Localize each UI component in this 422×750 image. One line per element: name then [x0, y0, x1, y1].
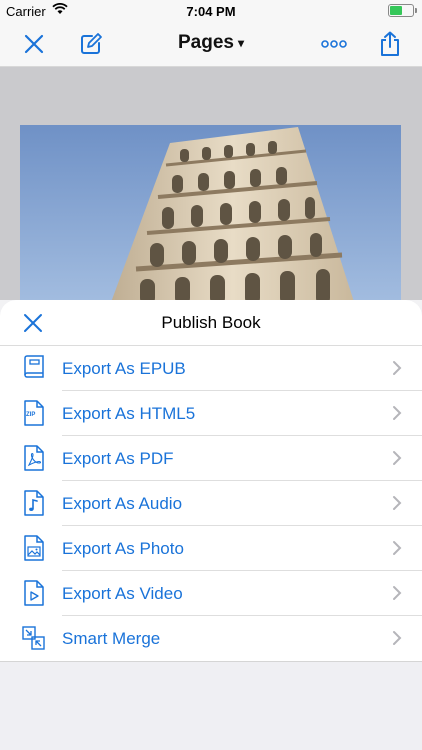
- export-photo-item[interactable]: Export As Photo: [0, 526, 422, 571]
- chevron-right-icon: [393, 586, 402, 600]
- page-photo[interactable]: [20, 125, 401, 305]
- menu-item-label: Export As EPUB: [62, 359, 186, 378]
- book-icon: [24, 355, 44, 378]
- dropdown-caret-icon: ▾: [237, 35, 244, 50]
- status-bar: Carrier 7:04 PM: [0, 0, 422, 22]
- export-video-item[interactable]: Export As Video: [0, 571, 422, 616]
- chevron-right-icon: [393, 496, 402, 510]
- pdf-file-icon: [24, 445, 44, 471]
- export-audio-item[interactable]: Export As Audio: [0, 481, 422, 526]
- video-file-icon: [24, 580, 44, 606]
- page-title-menu[interactable]: Pages ▾: [0, 32, 422, 54]
- zip-badge: ZIP: [26, 412, 36, 418]
- status-time: 7:04 PM: [186, 4, 236, 19]
- more-icon: [321, 40, 347, 48]
- menu-item-label: Export As HTML5: [62, 404, 196, 423]
- share-button[interactable]: [375, 22, 405, 66]
- chevron-right-icon: [393, 631, 402, 645]
- navigation-bar: Pages ▾: [0, 22, 422, 67]
- menu-item-label: Smart Merge: [62, 629, 161, 648]
- menu-item-label: Export As Video: [62, 584, 183, 603]
- zip-file-icon: ZIP: [22, 400, 46, 426]
- chevron-right-icon: [393, 541, 402, 555]
- chevron-right-icon: [393, 451, 402, 465]
- publish-book-sheet: Publish Book Export As EPUB ZIP Export A…: [0, 300, 422, 750]
- menu-item-label: Export As Photo: [62, 539, 184, 558]
- smart-merge-item[interactable]: Smart Merge: [0, 616, 422, 661]
- export-html5-item[interactable]: ZIP Export As HTML5: [0, 391, 422, 436]
- page-title: Pages: [177, 32, 234, 53]
- sheet-header: Publish Book: [0, 300, 422, 346]
- merge-icon: [22, 626, 45, 650]
- chevron-right-icon: [393, 406, 402, 420]
- share-icon: [381, 31, 399, 56]
- photo-file-icon: [24, 535, 44, 561]
- export-epub-item[interactable]: Export As EPUB: [0, 346, 422, 391]
- more-button[interactable]: [319, 22, 349, 66]
- battery-icon: [388, 4, 417, 17]
- menu-item-label: Export As Audio: [62, 494, 183, 513]
- chevron-right-icon: [393, 361, 402, 375]
- page-canvas[interactable]: [0, 67, 422, 305]
- publish-options-list: Export As EPUB ZIP Export As HTML5 Expor…: [0, 346, 422, 662]
- export-pdf-item[interactable]: Export As PDF: [0, 436, 422, 481]
- audio-file-icon: [24, 490, 44, 516]
- menu-item-label: Export As PDF: [62, 449, 174, 468]
- sheet-title: Publish Book: [161, 313, 261, 332]
